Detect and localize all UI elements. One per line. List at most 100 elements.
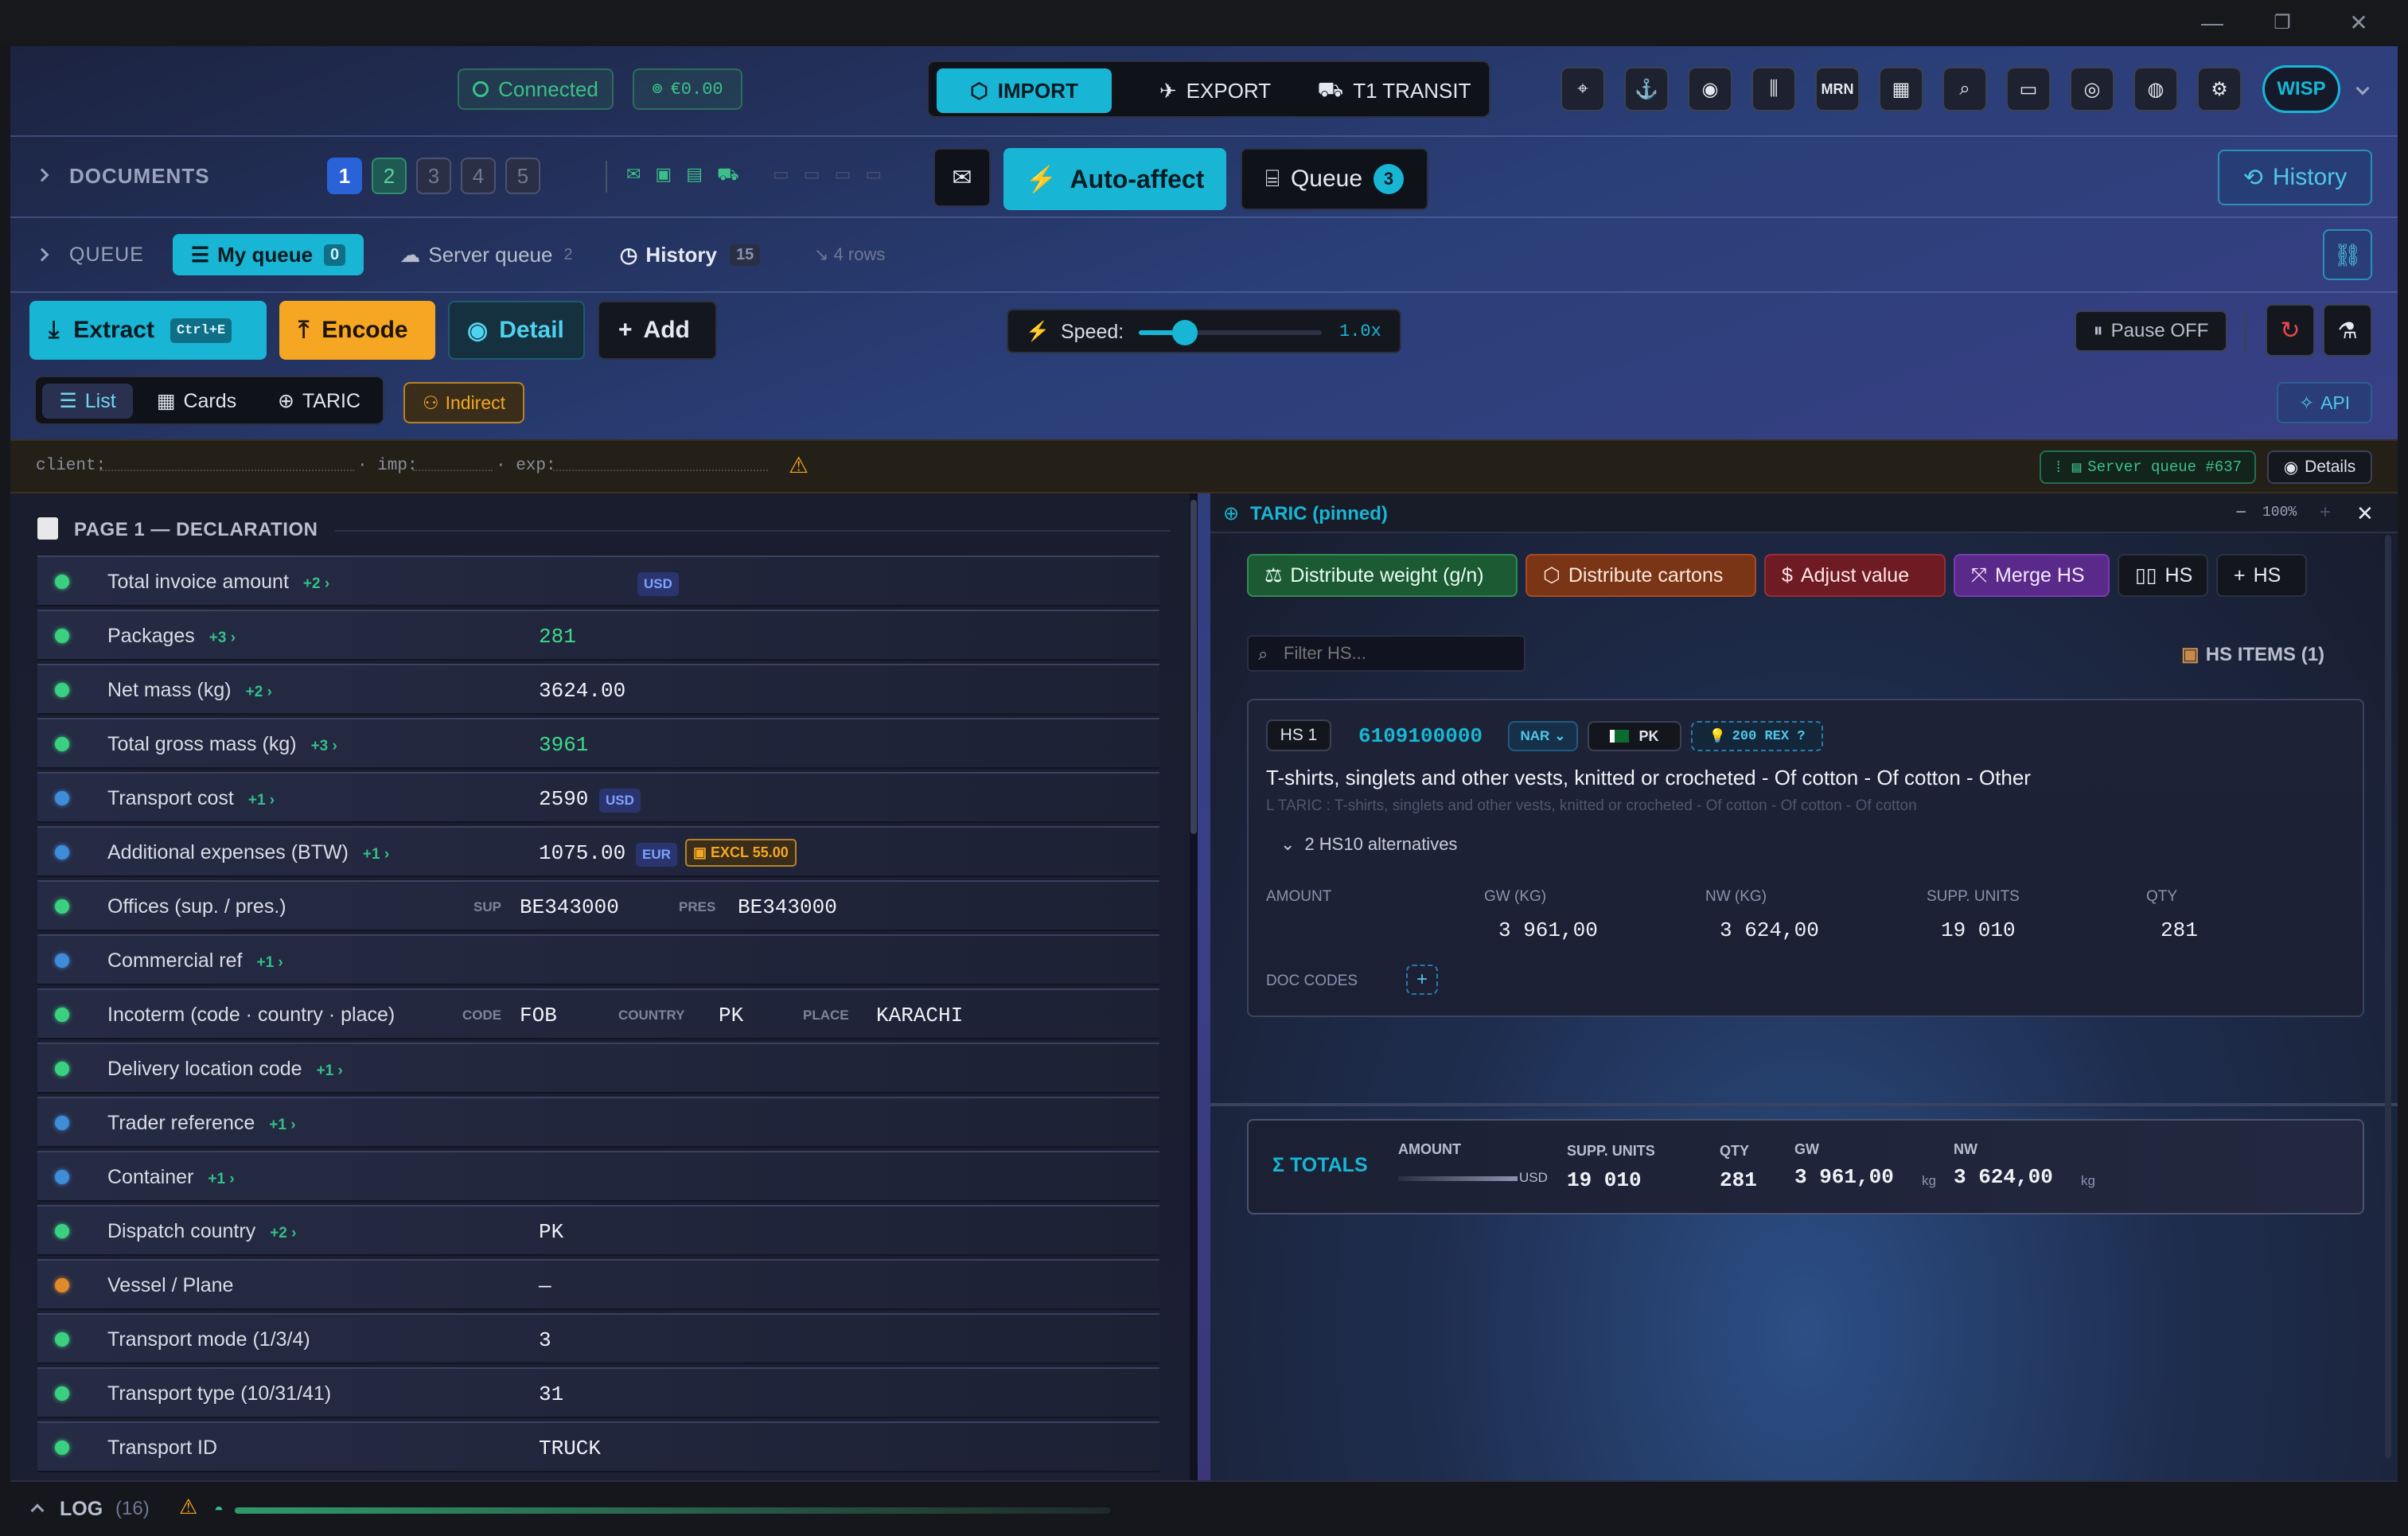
distribute-weight-button[interactable]: ⚖ Distribute weight (g/n) <box>1247 554 1518 597</box>
tab-server-queue[interactable]: ☁ Server queue 2 <box>383 234 590 275</box>
columns-icon[interactable]: ⫼ <box>1751 67 1796 111</box>
calculator-icon[interactable]: ▦ <box>1879 67 1923 111</box>
declaration-row[interactable]: Incoterm (code · country · place) CODE FOB… <box>37 988 1159 1039</box>
alternatives-count[interactable]: +1 › <box>269 1117 295 1133</box>
adjust-value-button[interactable]: $ Adjust value <box>1764 554 1946 597</box>
taric-scrollbar[interactable] <box>2383 535 2393 1474</box>
close-icon[interactable]: ✕ <box>2356 501 2374 526</box>
exporter-field[interactable] <box>553 470 768 471</box>
field-value[interactable]: PK <box>539 1220 563 1244</box>
field-value[interactable]: TRUCK <box>539 1437 601 1460</box>
alternatives-count[interactable]: +1 › <box>317 1062 343 1079</box>
scrollbar-thumb[interactable] <box>2385 535 2391 1458</box>
detail-button[interactable]: ◉ Detail <box>448 301 585 360</box>
hs10-alternatives-toggle[interactable]: ⌄ 2 HS10 alternatives <box>1280 834 1457 855</box>
declaration-row[interactable]: Transport ID TRUCK <box>37 1421 1159 1472</box>
declaration-row[interactable]: Total invoice amount +2 › USD <box>37 556 1159 606</box>
encode-button[interactable]: ⤒ Encode <box>279 301 435 360</box>
alternatives-count[interactable]: +2 › <box>303 575 329 592</box>
field-value[interactable]: 281 <box>539 625 576 649</box>
alternatives-count[interactable]: +1 › <box>248 792 275 809</box>
mrn-button[interactable]: MRN <box>1815 67 1860 111</box>
minimize-button[interactable]: — <box>2196 11 2228 35</box>
server-queue-badge[interactable]: ⁞ ▤ Server queue #637 <box>2040 450 2256 484</box>
id-card-icon[interactable]: ▭ <box>2006 67 2051 111</box>
doc-page-2[interactable]: 2 <box>372 158 407 194</box>
field-value[interactable]: 3624.00 <box>539 679 625 703</box>
declaration-row[interactable]: Net mass (kg) +2 › 3624.00 <box>37 664 1159 715</box>
field-value[interactable]: 31 <box>539 1382 563 1406</box>
log-bar[interactable]: LOG (16) ⚠ ◓ <box>10 1480 2398 1536</box>
declaration-row[interactable]: Dispatch country +2 › PK <box>37 1205 1159 1256</box>
mail-icon[interactable]: ✉ <box>933 148 991 207</box>
speed-slider[interactable] <box>1139 320 1322 345</box>
chevron-up-icon[interactable] <box>30 1503 45 1518</box>
alternatives-count[interactable]: +2 › <box>246 684 272 700</box>
declaration-row[interactable]: Transport mode (1/3/4) 3 <box>37 1313 1159 1364</box>
zoom-in-button[interactable]: + <box>2320 501 2331 524</box>
add-doc-code-button[interactable]: + <box>1406 965 1438 995</box>
tab-my-queue[interactable]: ☰ My queue 0 <box>173 234 364 275</box>
indirect-toggle[interactable]: ⚇ Indirect <box>403 382 524 423</box>
incoterm-country-value[interactable]: PK <box>719 1004 743 1027</box>
hs-book-button[interactable]: ▯▯ HS <box>2118 554 2208 597</box>
close-window-button[interactable]: ✕ <box>2343 11 2375 35</box>
add-hs-button[interactable]: + HS <box>2216 554 2307 597</box>
chevron-down-icon[interactable] <box>2355 81 2370 97</box>
nar-dropdown[interactable]: NAR ⌄ <box>1508 721 1578 751</box>
field-value[interactable]: 3 <box>539 1328 551 1352</box>
hook-icon[interactable]: ⚓ <box>1624 67 1669 111</box>
alternatives-count[interactable]: +1 › <box>363 846 389 863</box>
alternatives-count[interactable]: +1 › <box>208 1171 234 1187</box>
speed-slider-handle[interactable] <box>1171 320 1198 345</box>
declaration-row[interactable]: Commercial ref +1 › <box>37 934 1159 985</box>
declaration-row[interactable]: Trader reference +1 › <box>37 1097 1159 1148</box>
tab-queue-history[interactable]: ◷ History 15 <box>610 234 770 275</box>
incoterm-place-value[interactable]: KARACHI <box>876 1004 963 1027</box>
scrollbar-thumb[interactable] <box>1190 500 1197 834</box>
scrollbar-track[interactable] <box>1190 493 1198 1480</box>
doc-page-3[interactable]: 3 <box>416 158 451 194</box>
palette-icon[interactable]: ◍ <box>2133 67 2178 111</box>
flask-icon[interactable]: ⚗ <box>2323 304 2372 357</box>
alternatives-count[interactable]: +2 › <box>270 1225 296 1242</box>
merge-hs-button[interactable]: ⤧ Merge HS <box>1954 554 2110 597</box>
gw-value[interactable]: 3 961,00 <box>1498 918 1598 942</box>
hs-item-card[interactable]: HS 1 6109100000 NAR ⌄ PK 💡 200 REX ? T-shi… <box>1247 699 2364 1017</box>
declaration-row[interactable]: Transport cost +1 › 2590 USD <box>37 772 1159 823</box>
add-button[interactable]: + Add <box>598 301 717 360</box>
chevron-right-icon[interactable] <box>35 168 49 182</box>
nw-value[interactable]: 3 624,00 <box>1720 918 1819 942</box>
queue-button[interactable]: ⌸ Queue 3 <box>1241 148 1428 210</box>
country-badge[interactable]: PK <box>1588 721 1681 751</box>
alternatives-count[interactable]: +3 › <box>311 738 337 754</box>
auto-affect-button[interactable]: ⚡ Auto-affect <box>1003 148 1226 210</box>
tab-taric[interactable]: ⊕ TARIC <box>257 384 381 419</box>
gear-icon[interactable]: ⚙ <box>2197 67 2242 111</box>
fingerprint-icon[interactable]: ◎ <box>2070 67 2114 111</box>
declaration-row[interactable]: Additional expenses (BTW) +1 › 1075.00 EUR ▣… <box>37 826 1159 877</box>
documents-label[interactable]: DOCUMENTS <box>69 164 210 189</box>
sup-office-value[interactable]: BE343000 <box>520 895 619 919</box>
extract-button[interactable]: ⤓ Extract Ctrl+E <box>29 301 267 360</box>
doc-page-4[interactable]: 4 <box>461 158 496 194</box>
doc-page-5[interactable]: 5 <box>505 158 540 194</box>
api-button[interactable]: ✧ API <box>2277 382 2372 423</box>
declaration-row[interactable]: Transport type (10/31/41) 31 <box>37 1367 1159 1418</box>
declaration-row[interactable]: Container +1 › <box>37 1151 1159 1202</box>
alternatives-count[interactable]: +3 › <box>209 630 236 646</box>
eye-icon[interactable]: ◉ <box>1688 67 1732 111</box>
tab-export[interactable]: ✈ EXPORT <box>1128 68 1303 113</box>
user-avatar[interactable]: WISP <box>2262 65 2340 113</box>
pause-toggle[interactable]: ⏸ Pause OFF <box>2075 310 2227 352</box>
tab-cards[interactable]: ▦ Cards <box>141 384 252 419</box>
tab-list[interactable]: ☰ List <box>42 384 133 419</box>
crosshair-icon[interactable]: ⌖ <box>1561 67 1605 111</box>
chevron-right-icon[interactable] <box>35 248 49 262</box>
distribute-cartons-button[interactable]: ⬡ Distribute cartons <box>1525 554 1756 597</box>
details-button[interactable]: ◉ Details <box>2267 450 2372 484</box>
alternatives-count[interactable]: +1 › <box>256 954 282 971</box>
reset-icon[interactable]: ↻ <box>2266 304 2315 357</box>
tab-t1-transit[interactable]: ⛟ T1 TRANSIT <box>1303 68 1486 113</box>
zoom-out-button[interactable]: − <box>2235 501 2246 524</box>
